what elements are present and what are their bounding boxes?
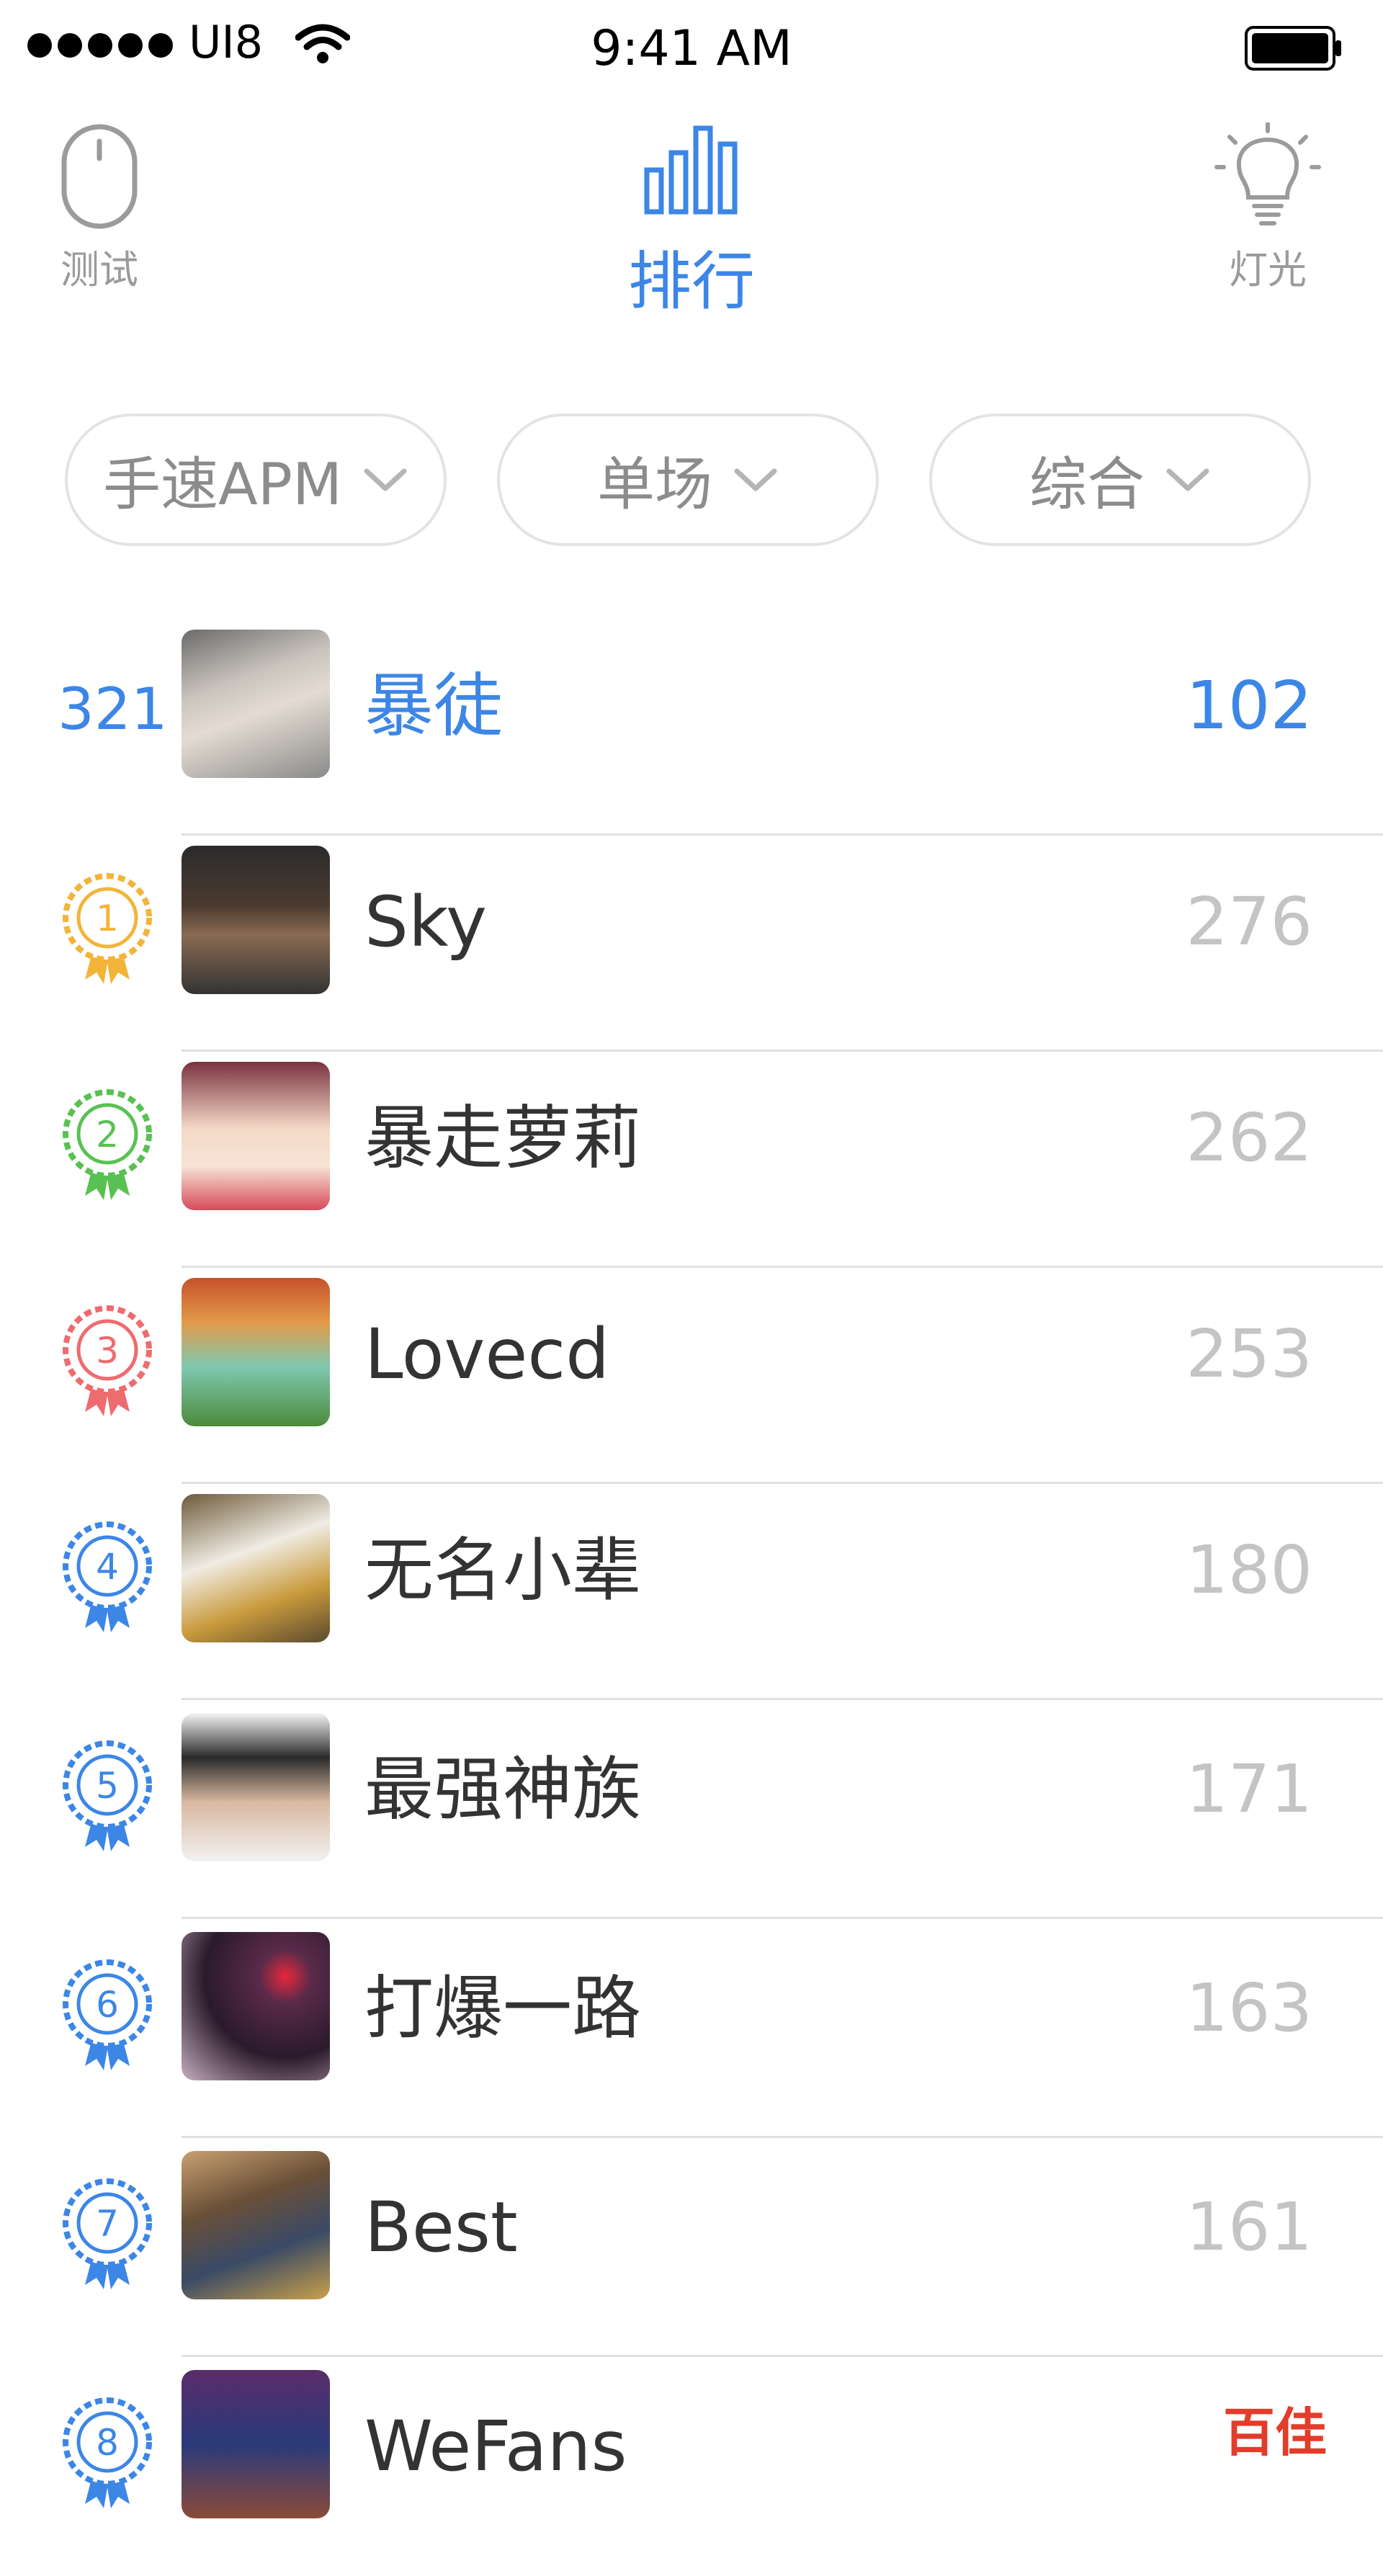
player-name: WeFans [364,2406,627,2487]
table-row[interactable]: 5 最强神族 171 [0,1703,1383,1919]
row-divider [182,2355,1383,2357]
tab-test-label: 测试 [61,247,138,292]
player-name: 暴徒 [364,666,503,746]
blue-medal-icon: 5 [63,1740,152,1851]
player-score: 161 [1186,2188,1312,2266]
svg-text:1: 1 [96,898,119,939]
lightbulb-icon [1214,122,1321,225]
blue-medal-icon: 7 [63,2178,152,2289]
filter-apm-label: 手速APM [103,451,342,518]
table-row[interactable]: 6 打爆一路 163 [0,1922,1383,2138]
table-row[interactable]: 1 Sky 276 [0,836,1383,1052]
svg-text:4: 4 [96,1546,119,1588]
chevron-down-icon [1166,468,1209,491]
table-row[interactable]: 7 Best 161 [0,2141,1383,2357]
red-medal-icon: 3 [63,1305,152,1416]
filter-single-match-dropdown[interactable]: 单场 [497,413,879,546]
player-score: 276 [1186,883,1312,960]
avatar [182,630,330,778]
svg-text:5: 5 [96,1765,119,1807]
battery-icon [1245,26,1341,71]
player-score: 262 [1186,1099,1312,1176]
avatar [182,1278,330,1426]
chevron-down-icon [734,468,777,491]
player-name: 最强神族 [364,1749,641,1830]
avatar [182,1494,330,1642]
svg-text:8: 8 [96,2422,119,2464]
table-row[interactable]: 8 WeFans [0,2360,1383,2576]
player-score: 171 [1186,1750,1312,1828]
tab-ranking[interactable]: 排行 [605,122,778,322]
avatar [182,2370,330,2518]
my-rank-number: 321 [58,676,168,743]
filter-single-match-label: 单场 [597,451,712,518]
my-rank-row[interactable]: 321 暴徒 102 [0,620,1383,836]
tab-light[interactable]: 灯光 [1210,122,1325,295]
status-time: 9:41 AM [591,20,792,77]
row-divider [182,1698,1383,1700]
bar-chart-icon [644,125,738,215]
row-divider [182,1917,1383,1919]
blue-medal-icon: 8 [63,2397,152,2508]
player-name: 无名小辈 [364,1530,641,1611]
chevron-down-icon [364,468,407,491]
table-row[interactable]: 2 暴走萝莉 262 [0,1052,1383,1268]
gold-medal-icon: 1 [63,873,152,984]
player-score: 253 [1186,1315,1312,1392]
status-bar: UI8 9:41 AM [0,0,1383,86]
blue-medal-icon: 6 [63,1959,152,2070]
row-divider [182,2136,1383,2138]
tab-ranking-label: 排行 [627,244,755,318]
player-name: Best [364,2187,518,2268]
player-name: Sky [364,882,487,962]
avatar [182,2151,330,2299]
table-row[interactable]: 4 无名小辈 180 [0,1484,1383,1700]
svg-text:6: 6 [96,1984,119,2026]
player-name: 暴走萝莉 [364,1098,641,1179]
mouse-icon [61,124,138,229]
watermark-logo: 百佳 [1223,2402,1328,2463]
avatar [182,1713,330,1861]
green-medal-icon: 2 [63,1089,152,1200]
avatar [182,1062,330,1210]
svg-text:2: 2 [96,1114,119,1155]
svg-text:7: 7 [96,2203,119,2245]
player-score: 163 [1186,1969,1312,2047]
player-name: Lovecd [364,1314,610,1395]
player-name: 打爆一路 [364,1968,641,2049]
table-row[interactable]: 3 Lovecd 253 [0,1268,1383,1484]
filter-apm-dropdown[interactable]: 手速APM [65,413,447,546]
filter-overall-dropdown[interactable]: 综合 [929,413,1311,546]
player-score: 102 [1186,667,1312,744]
tab-light-label: 灯光 [1229,247,1307,292]
avatar [182,846,330,994]
blue-medal-icon: 4 [63,1521,152,1632]
filter-bar: 手速APM 单场 综合 [65,413,1318,549]
tab-test[interactable]: 测试 [42,122,157,295]
filter-overall-label: 综合 [1029,451,1145,518]
svg-text:3: 3 [96,1330,119,1372]
player-score: 180 [1186,1531,1312,1609]
avatar [182,1932,330,2080]
